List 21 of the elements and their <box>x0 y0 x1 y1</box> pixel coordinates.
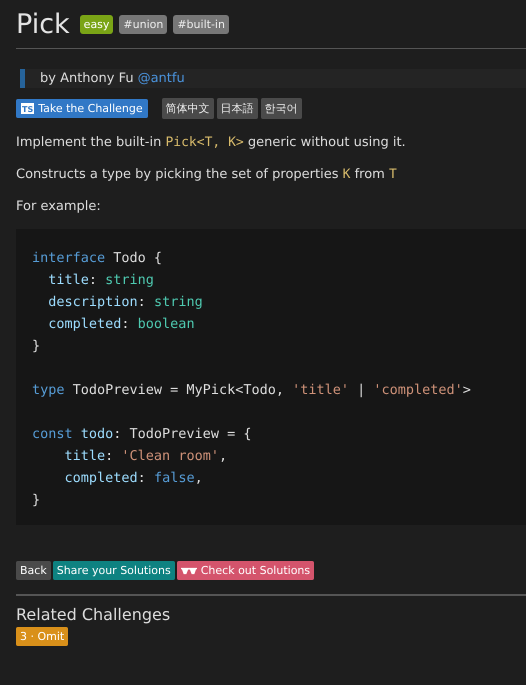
glasses-icon <box>180 566 197 574</box>
author-name: by Anthony Fu <box>40 71 134 86</box>
action-button[interactable]: Share your Solutions <box>52 561 175 580</box>
tag-badge[interactable]: #union <box>119 14 168 34</box>
action-button[interactable]: Check out Solutions <box>176 561 314 580</box>
description-text: Implement the built-in Pick<T, K> generic without using it. <box>16 135 407 151</box>
description-text: Constructs a type by picking the set of properties K from T <box>16 167 398 183</box>
language-button[interactable]: 日本語 <box>216 98 258 119</box>
take-challenge-button[interactable]: TS Take the Challenge <box>16 99 148 118</box>
related-challenge-link[interactable]: 3 · Omit <box>16 627 68 646</box>
description-text: For example: <box>16 199 102 215</box>
language-button[interactable]: 简体中文 <box>162 98 214 119</box>
tag-badge[interactable]: #built-in <box>173 14 229 34</box>
typescript-icon: TS <box>21 103 34 114</box>
section-heading: Related Challenges <box>16 605 172 624</box>
author-link[interactable]: @antfu <box>138 71 185 86</box>
action-button[interactable]: Back <box>16 561 51 580</box>
challenge-title: Pick <box>16 8 70 40</box>
code-block: interface Todo { title: string description: string completed: boolean } type TodoPreview = MyPick<Todo, 'title' | 'completed'> const todo: TodoPreview = { title: 'Clean room', completed: false, } <box>16 229 526 525</box>
difficulty-badge: easy <box>80 14 114 34</box>
language-button[interactable]: 한국어 <box>260 98 302 119</box>
